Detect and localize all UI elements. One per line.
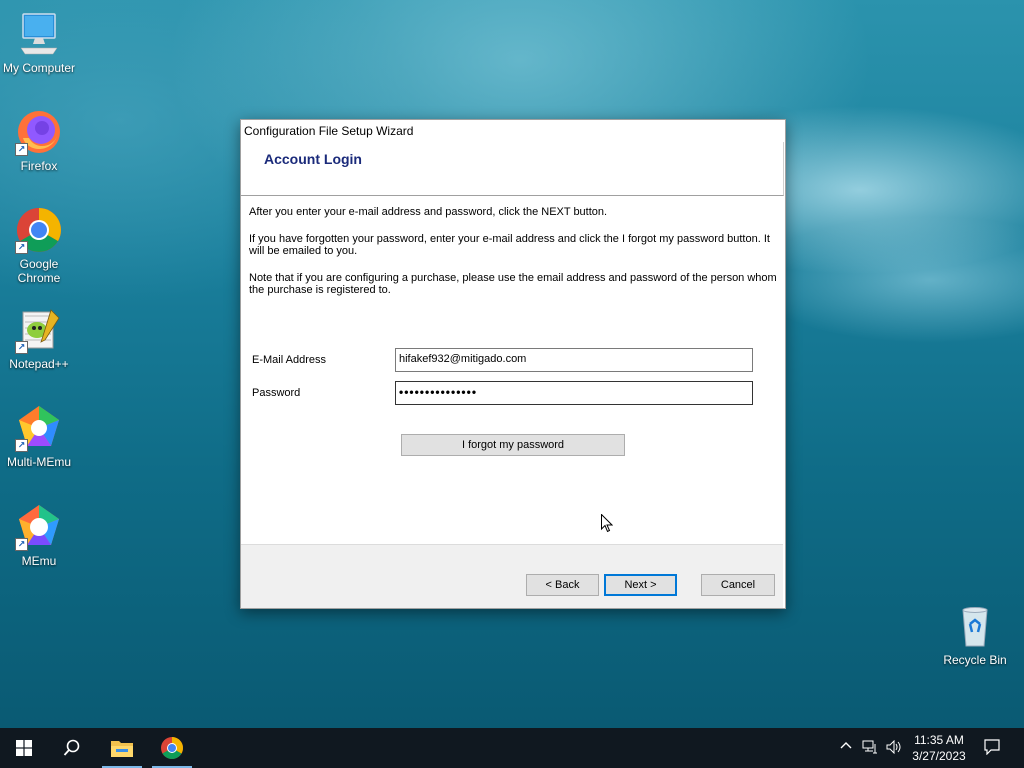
monitor-icon xyxy=(15,10,63,58)
network-icon[interactable] xyxy=(862,740,878,757)
search-icon xyxy=(63,739,80,756)
desktop-icon-label: MEmu xyxy=(21,554,57,568)
dialog-header: Account Login xyxy=(241,142,784,196)
chrome-icon: ↗ xyxy=(15,206,63,254)
recycle-bin-icon xyxy=(951,602,999,650)
shortcut-arrow-icon: ↗ xyxy=(15,439,28,452)
system-clock[interactable]: 11:35 AM 3/27/2023 xyxy=(906,732,972,764)
file-explorer-icon xyxy=(111,741,133,757)
desktop-icon-label: My Computer xyxy=(2,61,76,75)
mouse-cursor-icon xyxy=(601,513,614,533)
shortcut-arrow-icon: ↗ xyxy=(15,341,28,354)
instructions: After you enter your e-mail address and … xyxy=(249,206,777,311)
desktop-icon-label: Recycle Bin xyxy=(943,653,1007,667)
desktop-icon-label: Google Chrome xyxy=(17,257,61,285)
shortcut-arrow-icon: ↗ xyxy=(15,241,28,254)
firefox-icon: ↗ xyxy=(15,108,63,156)
chevron-up-icon[interactable] xyxy=(840,740,852,755)
email-label: E-Mail Address xyxy=(252,354,326,366)
start-button[interactable] xyxy=(0,728,48,768)
search-button[interactable] xyxy=(48,728,96,768)
instruction-paragraph: Note that if you are configuring a purch… xyxy=(249,271,777,297)
instruction-paragraph: After you enter your e-mail address and … xyxy=(249,206,608,218)
memu-icon: ↗ xyxy=(15,503,63,551)
forgot-password-button[interactable]: I forgot my password xyxy=(401,434,625,456)
clock-time: 11:35 AM xyxy=(914,733,964,747)
taskbar-file-explorer[interactable] xyxy=(98,728,146,768)
multi-memu-icon: ↗ xyxy=(15,404,63,452)
desktop-icon-memu[interactable]: ↗ MEmu xyxy=(1,503,77,568)
desktop-icon-chrome[interactable]: ↗ Google Chrome xyxy=(1,206,77,285)
cancel-button[interactable]: Cancel xyxy=(701,574,775,596)
volume-icon[interactable] xyxy=(886,739,902,757)
desktop-icon-my-computer[interactable]: My Computer xyxy=(1,10,77,75)
shortcut-arrow-icon: ↗ xyxy=(15,538,28,551)
dialog-title[interactable]: Configuration File Setup Wizard xyxy=(241,120,788,142)
notifications-icon[interactable] xyxy=(984,739,1000,758)
page-title: Account Login xyxy=(264,151,362,167)
desktop-icon-recycle-bin[interactable]: Recycle Bin xyxy=(937,602,1013,667)
desktop-icon-multi-memu[interactable]: ↗ Multi-MEmu xyxy=(1,404,77,469)
email-field[interactable]: hifakef932@mitigado.com xyxy=(395,348,753,372)
password-field[interactable]: ••••••••••••••• xyxy=(395,381,753,405)
back-button[interactable]: < Back xyxy=(526,574,599,596)
desktop-icon-label: Notepad++ xyxy=(9,357,69,371)
next-button[interactable]: Next > xyxy=(604,574,677,596)
chrome-icon xyxy=(161,737,183,759)
password-label: Password xyxy=(252,387,301,399)
windows-icon xyxy=(16,740,32,756)
setup-wizard-dialog: Configuration File Setup Wizard Account … xyxy=(240,119,786,609)
taskbar-chrome[interactable] xyxy=(148,728,196,768)
shortcut-arrow-icon: ↗ xyxy=(15,143,28,156)
taskbar: 11:35 AM 3/27/2023 xyxy=(0,728,1024,768)
instruction-paragraph: If you have forgotten your password, ent… xyxy=(249,232,770,258)
desktop-icon-label: Multi-MEmu xyxy=(6,455,71,469)
desktop-icon-label: Firefox xyxy=(20,159,58,173)
clock-date: 3/27/2023 xyxy=(912,749,966,763)
notepadpp-icon: ↗ xyxy=(15,306,63,354)
desktop-icon-firefox[interactable]: ↗ Firefox xyxy=(1,108,77,173)
desktop-icon-notepadpp[interactable]: ↗ Notepad++ xyxy=(1,306,77,371)
